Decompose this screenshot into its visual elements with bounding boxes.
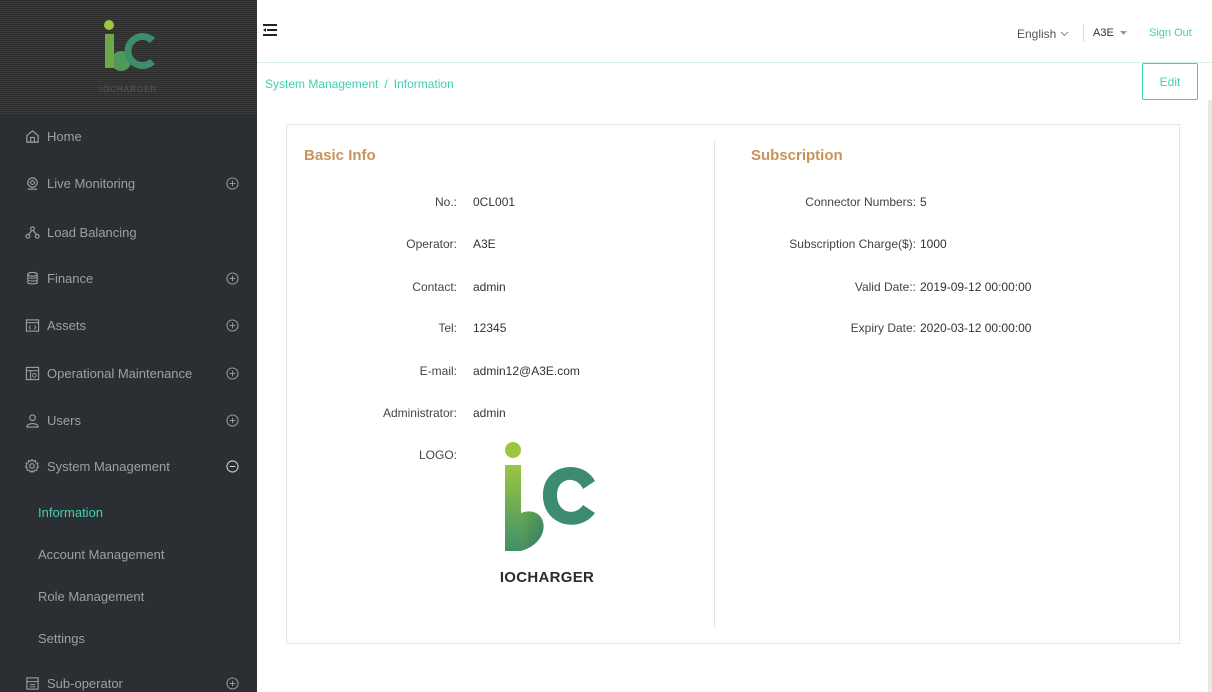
sidebar-item-label: Finance <box>47 270 94 286</box>
field-value-connector-numbers: 5 <box>920 195 927 209</box>
sidebar-item-label: Live Monitoring <box>47 175 136 191</box>
sidebar-item-finance[interactable]: Finance <box>0 258 257 298</box>
home-icon <box>24 128 40 144</box>
sidebar-subitem-settings[interactable]: Settings <box>0 619 257 657</box>
field-label-logo: LOGO: <box>418 448 457 462</box>
sidebar-item-label: Operational Maintenance <box>47 365 193 381</box>
gear-icon <box>24 458 40 474</box>
edit-button[interactable]: Edit <box>1142 63 1198 100</box>
field-value-administrator: admin <box>473 406 506 420</box>
field-label-no: No.: <box>434 195 457 209</box>
field-value-no: 0CL001 <box>473 195 516 209</box>
breadcrumb-current: Information <box>393 77 454 91</box>
sidebar-subitem-information[interactable]: Information <box>0 493 257 531</box>
field-value-tel: 12345 <box>473 321 507 335</box>
field-value-operator: A3E <box>473 237 496 251</box>
menu-toggle-icon[interactable] <box>263 23 278 37</box>
card-column-divider <box>714 141 715 627</box>
subscription-title: Subscription <box>751 147 843 164</box>
breadcrumb: System Management / Information <box>265 77 454 91</box>
collapse-minus-icon[interactable] <box>225 459 239 473</box>
monitor-icon <box>24 175 40 191</box>
field-label-connector-numbers: Connector Numbers: <box>805 195 916 209</box>
sidebar-subitem-role-management[interactable]: Role Management <box>0 577 257 615</box>
sidebar-subitem-account-management[interactable]: Account Management <box>0 535 257 573</box>
sidebar-item-label: System Management <box>47 458 170 474</box>
user-selector[interactable]: A3E <box>1093 27 1127 39</box>
database-icon <box>24 270 40 286</box>
expand-plus-icon[interactable] <box>225 676 239 690</box>
brand-logo-icon <box>104 20 155 71</box>
company-logo: IOCHARGER <box>487 441 607 586</box>
field-value-subscription-charge: 1000 <box>920 237 947 251</box>
sidebar-item-users[interactable]: Users <box>0 400 257 440</box>
sidebar-item-load-balancing[interactable]: Load Balancing <box>0 212 257 252</box>
field-label-operator: Operator: <box>406 237 457 251</box>
brand-logo-area: IOCHARGER <box>0 0 257 115</box>
sidebar-item-label: Load Balancing <box>47 224 137 240</box>
field-label-administrator: Administrator: <box>382 406 457 420</box>
language-label: English <box>1017 27 1057 41</box>
sidebar: IOCHARGER Home Live Monitoring Load Bala… <box>0 0 257 692</box>
field-label-contact: Contact: <box>412 280 457 294</box>
sidebar-subitem-label: Settings <box>38 630 85 646</box>
field-label-valid-date: Valid Date:: <box>854 280 916 294</box>
scrollbar-track[interactable] <box>1208 100 1212 692</box>
sidebar-item-assets[interactable]: Assets <box>0 305 257 345</box>
sidebar-subitem-label: Account Management <box>38 546 165 562</box>
sidebar-item-sub-operator[interactable]: Sub-operator <box>0 663 257 692</box>
breadcrumb-separator: / <box>384 77 388 91</box>
field-label-tel: Tel: <box>438 321 457 335</box>
top-header: English A3E Sign Out <box>257 0 1212 63</box>
field-value-email: admin12@A3E.com <box>473 364 580 378</box>
field-label-email: E-mail: <box>419 364 457 378</box>
brand-logo-caption: IOCHARGER <box>99 85 158 94</box>
field-label-expiry-date: Expiry Date: <box>850 321 916 335</box>
company-logo-icon <box>505 442 595 551</box>
sidebar-subitem-label: Role Management <box>38 588 145 604</box>
sub-operator-icon <box>24 675 40 691</box>
basic-info-title: Basic Info <box>304 147 376 164</box>
expand-plus-icon[interactable] <box>225 271 239 285</box>
user-icon <box>24 412 40 428</box>
sidebar-item-home[interactable]: Home <box>0 116 257 156</box>
sidebar-item-operational-maintenance[interactable]: Operational Maintenance <box>0 353 257 393</box>
field-value-valid-date: 2019-09-12 00:00:00 <box>920 280 1032 294</box>
header-divider <box>1083 24 1084 42</box>
sidebar-item-system-management[interactable]: System Management <box>0 446 257 486</box>
sign-out-link[interactable]: Sign Out <box>1149 27 1192 39</box>
field-value-expiry-date: 2020-03-12 00:00:00 <box>920 321 1032 335</box>
expand-plus-icon[interactable] <box>225 366 239 380</box>
expand-plus-icon[interactable] <box>225 318 239 332</box>
field-value-contact: admin <box>473 280 506 294</box>
field-label-subscription-charge: Subscription Charge($): <box>789 237 916 251</box>
sidebar-subitem-label: Information <box>38 504 104 520</box>
user-label: A3E <box>1093 27 1114 39</box>
logo-caption: IOCHARGER <box>499 569 595 586</box>
sidebar-item-label: Users <box>47 412 81 428</box>
code-window-icon <box>24 317 40 333</box>
expand-plus-icon[interactable] <box>225 176 239 190</box>
caret-down-icon <box>1119 30 1127 35</box>
sidebar-item-label: Assets <box>47 317 87 333</box>
maintenance-icon <box>24 365 40 381</box>
sidebar-item-label: Home <box>47 128 82 144</box>
chevron-down-icon <box>1061 31 1069 37</box>
expand-plus-icon[interactable] <box>225 413 239 427</box>
network-icon <box>24 224 40 240</box>
information-card: Basic Info No.: 0CL001 Operator: A3E Con… <box>286 124 1180 644</box>
language-selector[interactable]: English <box>1017 27 1069 41</box>
breadcrumb-parent[interactable]: System Management <box>265 77 378 91</box>
sidebar-item-live-monitoring[interactable]: Live Monitoring <box>0 163 257 203</box>
sidebar-item-label: Sub-operator <box>47 675 123 691</box>
